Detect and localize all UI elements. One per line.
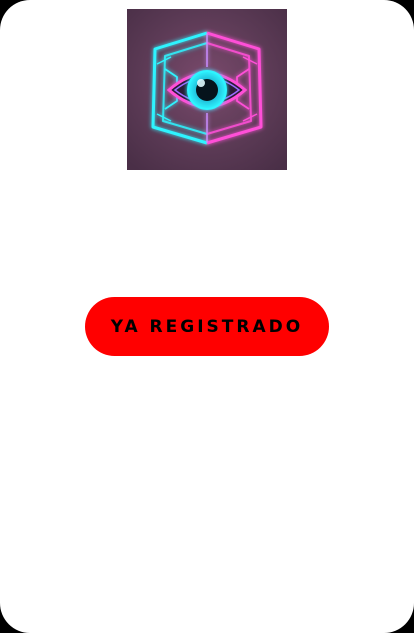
registration-card: YA REGISTRADO — [0, 0, 414, 633]
neon-eye-logo-icon — [127, 9, 287, 170]
ya-registrado-button[interactable]: YA REGISTRADO — [85, 297, 329, 356]
